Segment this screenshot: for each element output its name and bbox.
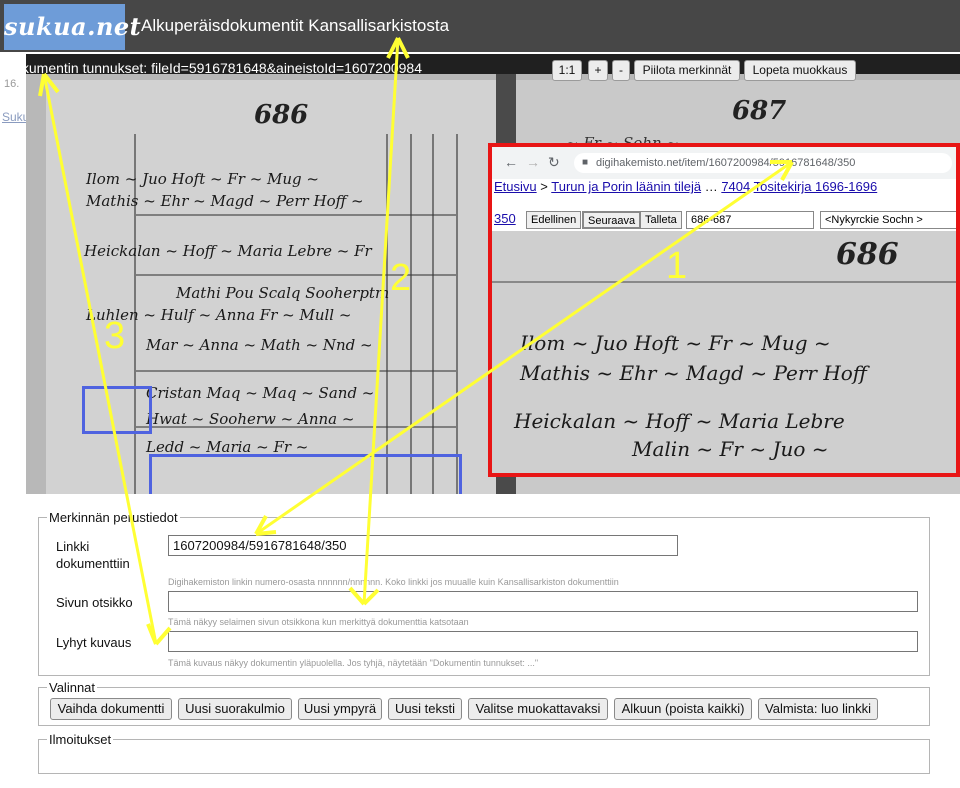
breadcrumb-book-link: Tositekirja 1696-1696 (753, 179, 878, 194)
marking-rectangle[interactable] (149, 454, 462, 494)
handwriting: Malin ~ Fr ~ Juo ~ (632, 437, 829, 461)
right-page-number: 687 (732, 96, 787, 126)
handwriting: Ilom ~ Juo Hoft ~ Fr ~ Mug ~ (86, 170, 319, 188)
left-page-strip: 16. Suku (0, 54, 29, 494)
reset-all-button[interactable]: Alkuun (poista kaikki) (614, 698, 752, 720)
back-arrow-icon: ← (504, 154, 518, 170)
inset-next-button: Seuraava (582, 211, 642, 229)
document-link-input[interactable]: 1607200984/5916781648/350 (168, 535, 678, 556)
handwriting: Cristan Maq ~ Maq ~ Sand ~ (146, 384, 375, 402)
basic-info-legend: Merkinnän perustiedot (49, 510, 178, 525)
page-title-help-text: Tämä näkyy selaimen sivun otsikkona kun … (168, 617, 469, 627)
zoom-reset-button[interactable]: 1:1 (552, 60, 582, 81)
handwriting: Hwat ~ Sooherw ~ Anna ~ (146, 410, 355, 428)
inset-page-link: 350 (494, 211, 516, 226)
inset-select: <Nykyrckie Sochn > (820, 211, 956, 229)
handwriting: Heickalan ~ Hoff ~ Maria Lebre ~ Fr (84, 242, 372, 260)
handwriting: Mathis ~ Ehr ~ Magd ~ Perr Hoff ~ (86, 192, 364, 210)
description-help-text: Tämä kuvaus näkyy dokumentin yläpuolella… (168, 658, 539, 668)
stop-editing-button[interactable]: Lopeta muokkaus (744, 60, 856, 81)
breadcrumb-ellipsis: … (704, 179, 718, 194)
inset-save-button: Talleta (640, 211, 682, 229)
hide-marks-button[interactable]: Piilota merkinnät (634, 60, 740, 81)
new-circle-button[interactable]: Uusi ympyrä (298, 698, 382, 720)
inset-scan-image: 686 Ilom ~ Juo Hoft ~ Fr ~ Mug ~ Mathis … (492, 231, 956, 473)
description-input[interactable] (168, 631, 918, 652)
link-help-text: Digihakemiston linkin numero-osasta nnnn… (168, 577, 619, 587)
handwriting: Mathis ~ Ehr ~ Magd ~ Perr Hoff (520, 361, 867, 385)
handwriting: Luhlen ~ Hulf ~ Anna Fr ~ Mull ~ (86, 306, 352, 324)
site-logo[interactable]: sukua.net (4, 4, 141, 50)
inset-page-number: 686 (836, 237, 899, 272)
finish-create-link-button[interactable]: Valmista: luo linkki (758, 698, 878, 720)
url-text: digihakemisto.net/item/1607200984/591678… (596, 157, 856, 169)
breadcrumb-number-link: 7404 (721, 179, 751, 194)
zoom-out-button[interactable]: - (612, 60, 630, 81)
select-for-edit-button[interactable]: Valitse muokattavaksi (468, 698, 608, 720)
handwriting: Mar ~ Anna ~ Math ~ Nnd ~ (146, 336, 373, 354)
document-id-label: Dokumentin tunnukset: fileId=5916781648&… (4, 60, 422, 76)
zoom-in-button[interactable]: + (588, 60, 608, 81)
options-legend: Valinnat (49, 680, 96, 695)
inset-page-field: 686-687 (686, 211, 814, 229)
breadcrumb-home-link: Etusivu (494, 179, 537, 194)
browser-screenshot-inset: ← → ↻ ■ digihakemisto.net/item/160720098… (488, 143, 960, 477)
left-page-number: 686 (254, 100, 309, 130)
notices-fieldset: Ilmoitukset (38, 732, 930, 774)
site-title: Alkuperäisdokumentit Kansallisarkistosta (141, 16, 450, 35)
breadcrumb-region-link: Turun ja Porin läänin tilejä (551, 179, 702, 194)
new-rectangle-button[interactable]: Uusi suorakulmio (178, 698, 292, 720)
breadcrumb-separator: > (540, 179, 548, 194)
new-text-button[interactable]: Uusi teksti (388, 698, 462, 720)
forward-arrow-icon: → (526, 154, 540, 170)
handwriting: Mathi Pou Scalq Sooherptm (176, 284, 390, 302)
notices-legend: Ilmoitukset (49, 732, 112, 747)
app-header: sukua.net Alkuperäisdokumentit Kansallis… (0, 0, 960, 52)
reload-icon: ↻ (548, 154, 560, 170)
link-label: Linkki dokumenttiin (56, 539, 130, 571)
browser-toolbar: ← → ↻ ■ digihakemisto.net/item/160720098… (492, 147, 956, 179)
handwriting: Ilom ~ Juo Hoft ~ Fr ~ Mug ~ (520, 331, 831, 355)
change-document-button[interactable]: Vaihda dokumentti (50, 698, 172, 720)
marking-rectangle[interactable] (82, 386, 152, 434)
inset-nav-row: 350 Edellinen Seuraava Talleta 686-687 <… (494, 211, 956, 231)
handwriting: Heickalan ~ Hoff ~ Maria Lebre (514, 409, 845, 433)
page-title-label: Sivun otsikko (56, 595, 133, 610)
lock-icon: ■ (582, 157, 589, 168)
underlying-text: 16. (4, 78, 20, 90)
inset-prev-button: Edellinen (526, 211, 582, 229)
description-label: Lyhyt kuvaus (56, 635, 132, 650)
address-bar: ■ digihakemisto.net/item/1607200984/5916… (574, 153, 952, 173)
breadcrumb: Etusivu > Turun ja Porin läänin tilejä …… (494, 179, 877, 194)
page-title-input[interactable] (168, 591, 918, 612)
